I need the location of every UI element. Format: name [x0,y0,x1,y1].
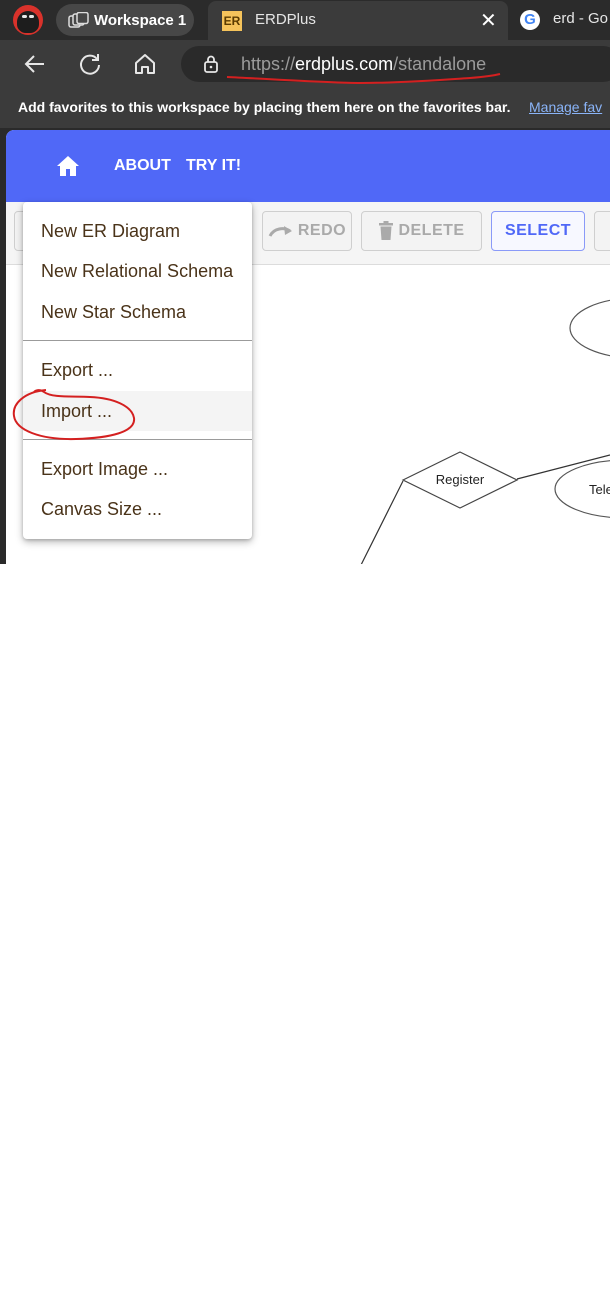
trash-icon [379,221,394,240]
close-tab-icon[interactable]: ✕ [480,8,497,33]
workspace-label: Workspace 1 [94,12,187,29]
menu-divider [23,340,252,341]
nav-try-it-link[interactable]: TRY IT! [186,157,241,175]
menu-item-new-relational-schema[interactable]: New Relational Schema [23,251,252,291]
tab-google-search[interactable]: G erd - Go [515,4,610,38]
tab-strip: Workspace 1 ER ERDPlus ✕ G erd - Go [0,0,610,40]
tab-erdplus[interactable]: ER ERDPlus ✕ [208,1,508,40]
next-tool-button[interactable] [594,211,610,251]
attribute-ellipse-top[interactable] [569,298,610,358]
favorites-bar: Add favorites to this workspace by placi… [0,88,610,128]
redo-label: REDO [297,222,347,239]
google-icon: G [520,10,540,30]
redo-icon [268,226,292,237]
home-icon[interactable] [56,155,80,177]
red-underline-annotation [226,73,501,85]
file-menu-dropdown: New ER Diagram New Relational Schema New… [23,202,252,539]
menu-item-export-image[interactable]: Export Image ... [23,449,252,489]
tab-title: ERDPlus [255,11,316,28]
select-label: SELECT [504,222,572,239]
favorites-message: Add favorites to this workspace by placi… [18,99,511,115]
tab-title: erd - Go [553,10,609,27]
delete-label: DELETE [398,222,465,239]
workspaces-icon [68,12,89,28]
app-navbar: ABOUT TRY IT! [6,130,610,202]
nav-about-link[interactable]: ABOUT [114,157,171,175]
menu-item-new-star-schema[interactable]: New Star Schema [23,292,252,332]
delete-button[interactable]: DELETE [361,211,482,251]
attribute-label: Tele [589,482,610,497]
menu-item-new-er-diagram[interactable]: New ER Diagram [23,211,252,251]
manage-favorites-link[interactable]: Manage fav [529,99,602,115]
profile-avatar-icon[interactable] [13,5,43,35]
menu-item-export[interactable]: Export ... [23,350,252,390]
select-button[interactable]: SELECT [491,211,585,251]
empty-area [0,564,610,1300]
menu-item-canvas-size[interactable]: Canvas Size ... [23,489,252,529]
erdplus-favicon-icon: ER [222,11,242,31]
workspace-button[interactable]: Workspace 1 [56,4,194,36]
browser-toolbar: https://erdplus.com/standalone [0,40,610,88]
redo-button[interactable]: REDO [262,211,352,251]
connector-line [360,480,404,564]
red-circle-annotation [12,389,136,441]
relationship-label: Register [436,472,485,487]
